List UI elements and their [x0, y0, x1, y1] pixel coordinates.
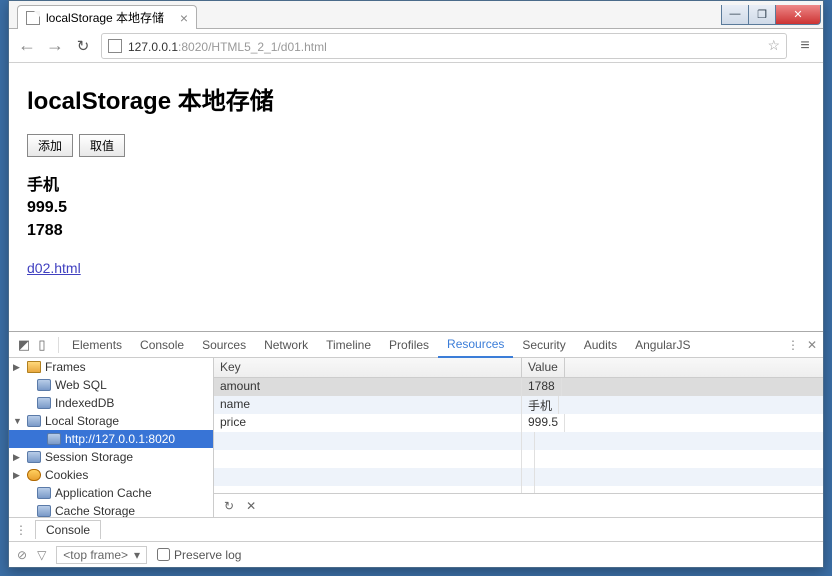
menu-icon[interactable]: ≡ — [795, 37, 815, 55]
devtools-tab-network[interactable]: Network — [255, 332, 317, 358]
output-amount: 1788 — [27, 220, 805, 242]
url-text: 127.0.0.1:8020/HTML5_2_1/d01.html — [128, 38, 327, 54]
frame-selector[interactable]: <top frame>▾ — [56, 546, 147, 564]
preserve-log-checkbox[interactable]: Preserve log — [157, 548, 241, 562]
tree-item[interactable]: ▶Frames — [9, 358, 213, 376]
console-drawer-more-icon[interactable]: ⋮ — [15, 523, 27, 537]
maximize-button[interactable]: ❐ — [748, 5, 776, 25]
reload-button[interactable]: ↻ — [73, 37, 93, 55]
devtools-more-icon[interactable]: ⋮ — [787, 338, 799, 352]
page-icon — [108, 39, 122, 53]
tab-close-icon[interactable]: × — [180, 10, 188, 26]
devtools-tab-console[interactable]: Console — [131, 332, 193, 358]
tree-item[interactable]: Cache Storage — [9, 502, 213, 517]
get-button[interactable]: 取值 — [79, 134, 125, 157]
column-value[interactable]: Value — [522, 358, 565, 377]
minimize-button[interactable]: — — [721, 5, 749, 25]
devtools-close-icon[interactable]: ✕ — [807, 338, 817, 352]
forward-button[interactable]: → — [45, 35, 65, 56]
tree-item[interactable]: ▶Session Storage — [9, 448, 213, 466]
add-button[interactable]: 添加 — [27, 134, 73, 157]
devtools-tab-resources[interactable]: Resources — [438, 332, 513, 358]
tree-item[interactable]: http://127.0.0.1:8020 — [9, 430, 213, 448]
table-row[interactable]: name手机 — [214, 396, 823, 414]
output-name: 手机 — [27, 175, 805, 197]
table-row[interactable]: amount1788 — [214, 378, 823, 396]
refresh-icon[interactable]: ↻ — [224, 499, 234, 513]
address-bar[interactable]: 127.0.0.1:8020/HTML5_2_1/d01.html ☆ — [101, 33, 787, 59]
device-icon[interactable]: ▯ — [33, 336, 51, 354]
bookmark-icon[interactable]: ☆ — [767, 37, 780, 54]
devtools-tab-audits[interactable]: Audits — [575, 332, 626, 358]
column-key[interactable]: Key — [214, 358, 522, 377]
console-drawer-tab[interactable]: Console — [35, 520, 101, 539]
devtools-tab-angularjs[interactable]: AngularJS — [626, 332, 699, 358]
delete-icon[interactable]: ✕ — [246, 499, 256, 513]
storage-table[interactable]: amount1788name手机price999.5 — [214, 378, 823, 493]
close-button[interactable]: ✕ — [775, 5, 821, 25]
clear-console-icon[interactable]: ⊘ — [17, 548, 27, 562]
devtools-tab-sources[interactable]: Sources — [193, 332, 255, 358]
devtools-panel: ◩ ▯ ElementsConsoleSourcesNetworkTimelin… — [9, 331, 823, 567]
tab-title: localStorage 本地存储 — [46, 9, 164, 26]
page-heading: localStorage 本地存储 — [27, 81, 805, 116]
devtools-tab-security[interactable]: Security — [513, 332, 574, 358]
filter-icon[interactable]: ▽ — [37, 548, 46, 562]
tree-item[interactable]: ▶Cookies — [9, 466, 213, 484]
file-icon — [26, 11, 40, 25]
preserve-log-input[interactable] — [157, 548, 170, 561]
back-button[interactable]: ← — [17, 35, 37, 56]
table-row[interactable]: price999.5 — [214, 414, 823, 432]
devtools-tab-timeline[interactable]: Timeline — [317, 332, 380, 358]
tree-item[interactable]: Application Cache — [9, 484, 213, 502]
output-price: 999.5 — [27, 197, 805, 219]
tree-item[interactable]: ▼Local Storage — [9, 412, 213, 430]
devtools-tab-profiles[interactable]: Profiles — [380, 332, 438, 358]
resources-tree[interactable]: ▶FramesWeb SQLIndexedDB▼Local Storagehtt… — [9, 358, 214, 517]
tree-item[interactable]: Web SQL — [9, 376, 213, 394]
tree-item[interactable]: IndexedDB — [9, 394, 213, 412]
inspect-icon[interactable]: ◩ — [15, 336, 33, 354]
browser-tab[interactable]: localStorage 本地存储 × — [17, 5, 197, 29]
link-d02[interactable]: d02.html — [27, 260, 81, 276]
devtools-tab-elements[interactable]: Elements — [63, 332, 131, 358]
